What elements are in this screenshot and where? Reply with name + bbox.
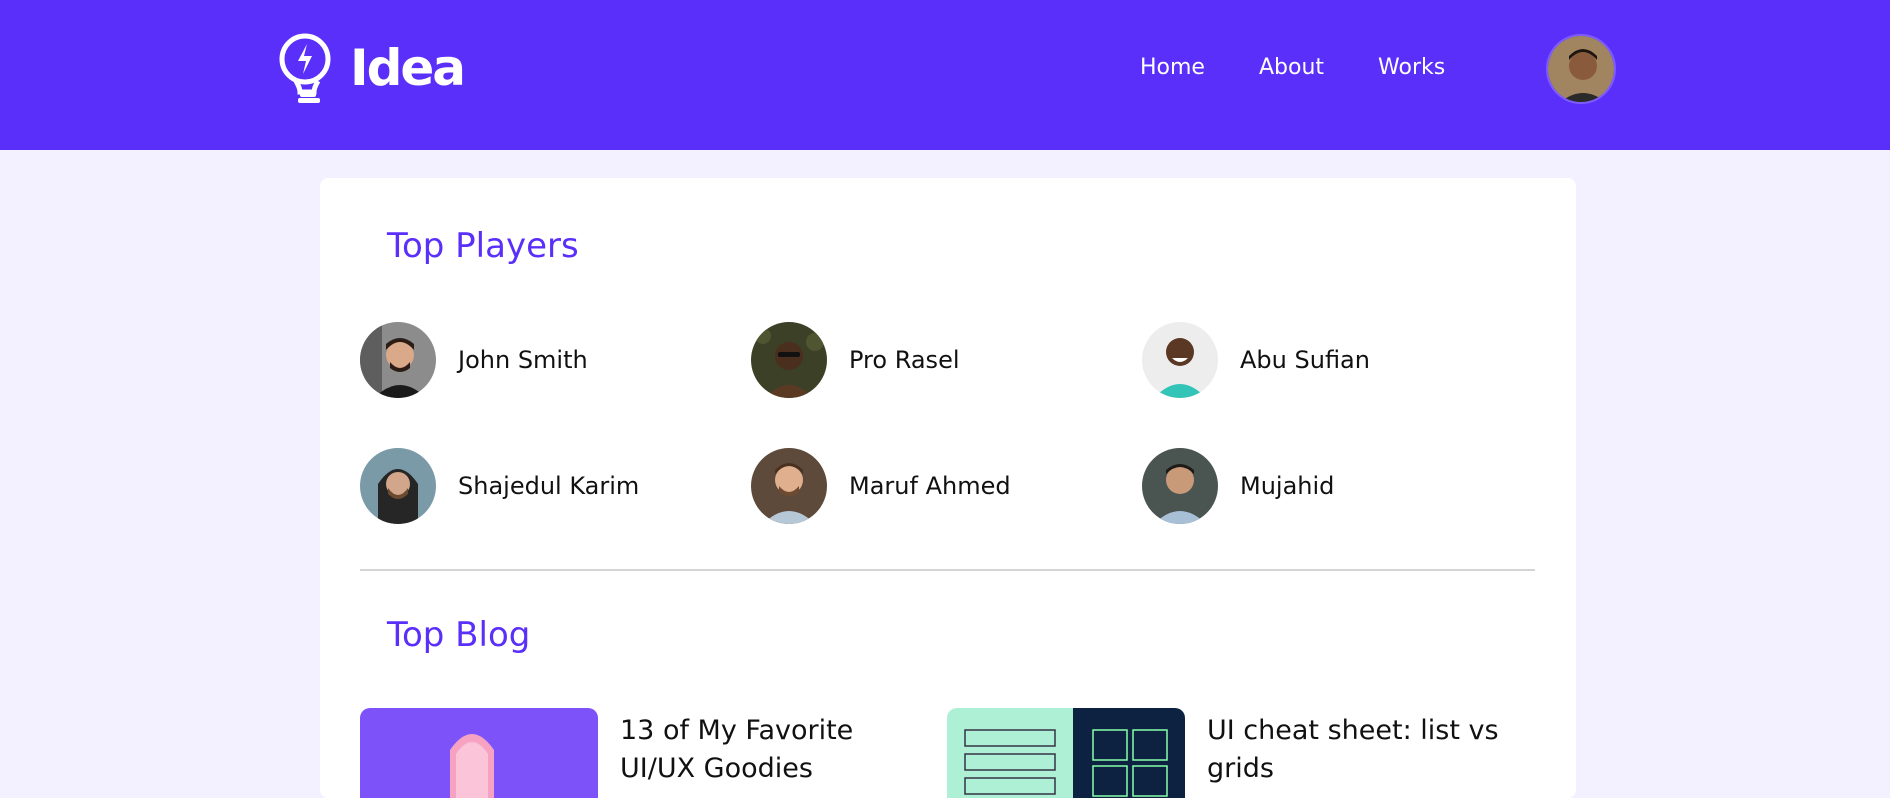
blog-thumbnail xyxy=(360,708,598,798)
player-name: John Smith xyxy=(458,346,588,374)
player-name: Maruf Ahmed xyxy=(849,472,1011,500)
nav-works-link[interactable]: Works xyxy=(1378,55,1445,80)
nav-home-link[interactable]: Home xyxy=(1140,55,1205,80)
blog-thumbnail xyxy=(947,708,1185,798)
user-avatar[interactable] xyxy=(1546,34,1616,104)
player-name: Mujahid xyxy=(1240,472,1335,500)
avatar xyxy=(751,448,827,524)
player-name: Abu Sufian xyxy=(1240,346,1370,374)
avatar xyxy=(1142,322,1218,398)
main-nav: Home About Works xyxy=(1140,55,1499,80)
section-divider xyxy=(360,569,1535,571)
player-item[interactable]: John Smith xyxy=(360,322,588,398)
player-name: Shajedul Karim xyxy=(458,472,640,500)
avatar xyxy=(751,322,827,398)
player-item[interactable]: Maruf Ahmed xyxy=(751,448,1011,524)
top-players-title: Top Players xyxy=(387,226,579,266)
blog-title: 13 of My Favorite UI/UX Goodies xyxy=(620,715,854,784)
avatar xyxy=(360,448,436,524)
player-item[interactable]: Abu Sufian xyxy=(1142,322,1370,398)
player-item[interactable]: Mujahid xyxy=(1142,448,1334,524)
nav-about-link[interactable]: About xyxy=(1259,55,1324,80)
player-item[interactable]: Shajedul Karim xyxy=(360,448,639,524)
top-blog-title: Top Blog xyxy=(387,615,531,655)
blog-card[interactable]: UI cheat sheet: list vs grids xyxy=(947,708,1517,798)
brand-name: Idea xyxy=(350,39,466,97)
blog-title: UI cheat sheet: list vs grids xyxy=(1207,715,1499,784)
avatar xyxy=(1142,448,1218,524)
content-card: Top Players John Smith Pro Rasel Abu Suf… xyxy=(320,178,1576,798)
brand-logo[interactable]: Idea xyxy=(278,32,466,104)
player-item[interactable]: Pro Rasel xyxy=(751,322,960,398)
avatar xyxy=(360,322,436,398)
blog-card[interactable]: 13 of My Favorite UI/UX Goodies xyxy=(360,708,930,798)
lightbulb-icon xyxy=(279,33,331,103)
site-header: Idea Home About Works xyxy=(0,0,1890,150)
player-name: Pro Rasel xyxy=(849,346,960,374)
